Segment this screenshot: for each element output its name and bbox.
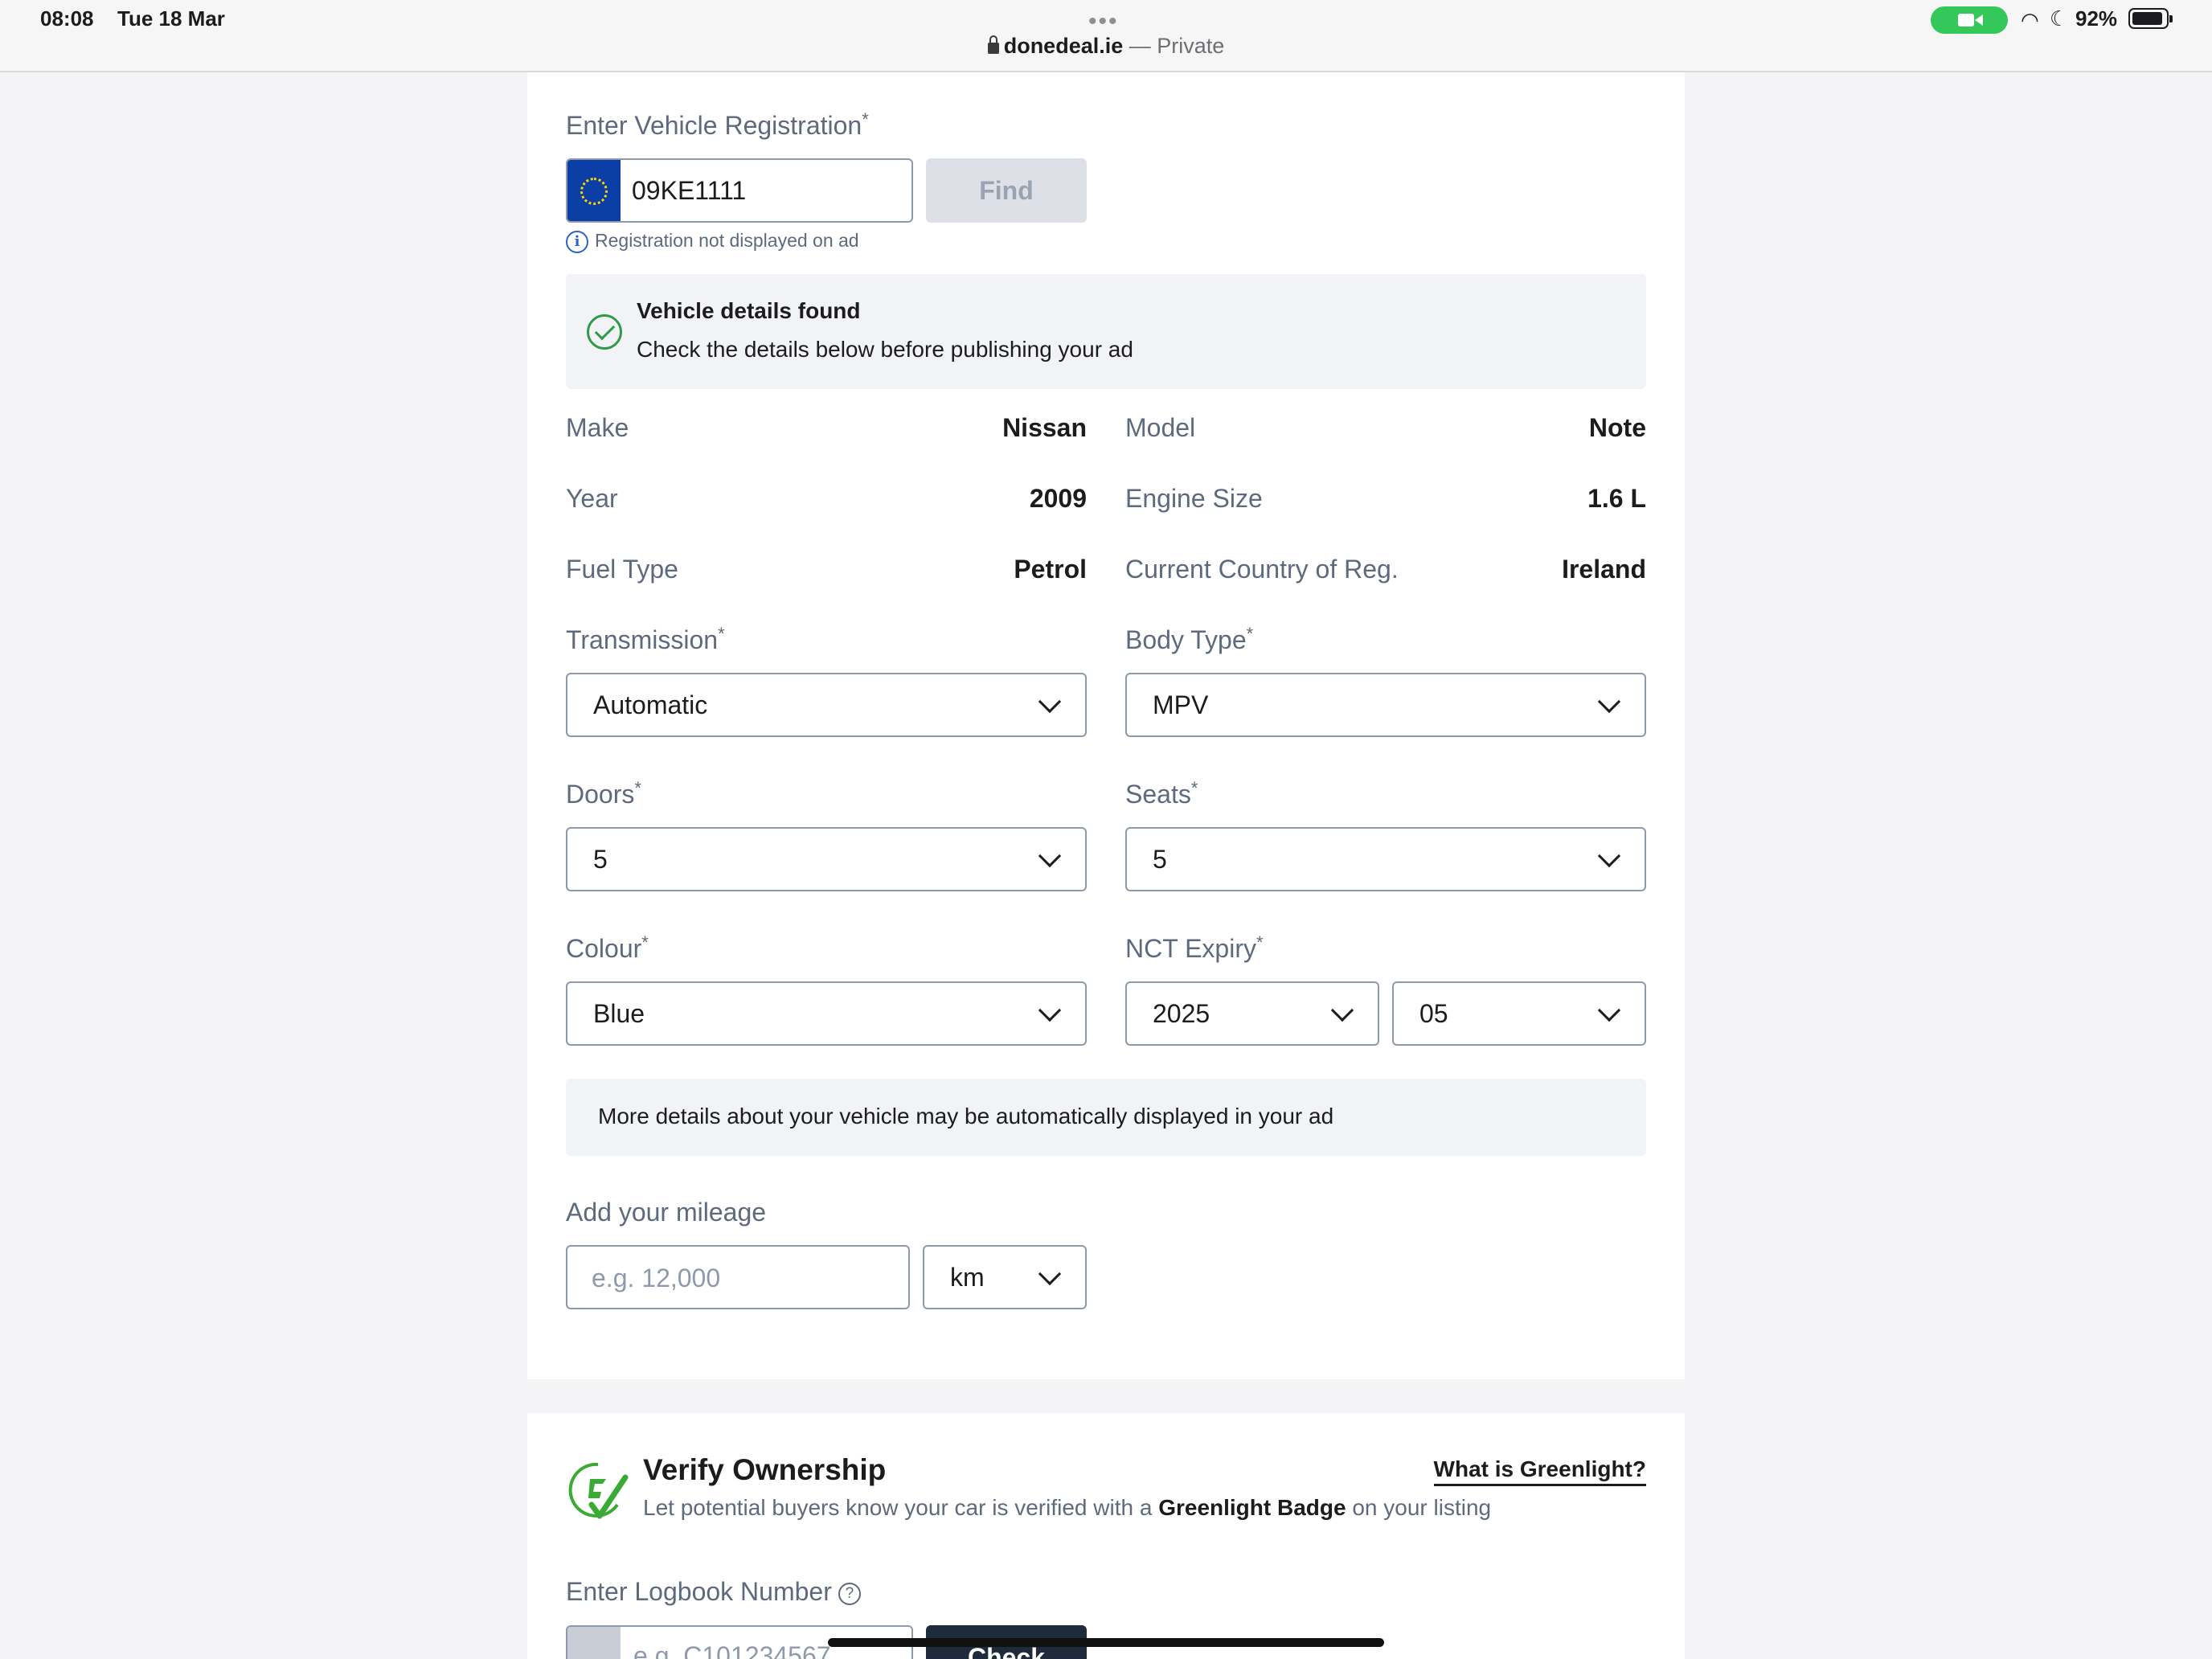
chevron-down-icon <box>1597 690 1621 714</box>
auto-details-note-text: More details about your vehicle may be a… <box>598 1104 1334 1129</box>
colour-select[interactable]: Blue <box>566 981 1087 1046</box>
nct-year-value: 2025 <box>1153 999 1210 1028</box>
verify-ownership-card <box>527 1413 1685 1659</box>
check-circle-icon <box>587 314 622 350</box>
find-button[interactable]: Find <box>926 158 1087 223</box>
make-value: Nissan <box>1002 413 1087 442</box>
harp-icon <box>567 1627 621 1659</box>
battery-percent: 92% <box>2075 6 2118 31</box>
year-label: Year <box>566 484 618 513</box>
doors-label: Doors* <box>566 778 641 809</box>
chevron-down-icon <box>1038 1262 1062 1286</box>
seats-label: Seats* <box>1125 778 1198 809</box>
lock-icon <box>987 35 999 54</box>
model-value: Note <box>1588 413 1646 442</box>
auto-details-note: More details about your vehicle may be a… <box>566 1079 1646 1156</box>
chevron-down-icon <box>1597 998 1621 1022</box>
greenlight-logo-icon <box>568 1462 629 1519</box>
camera-indicator-icon <box>1931 6 2008 34</box>
chevron-down-icon <box>1038 998 1062 1022</box>
body-type-label: Body Type* <box>1125 624 1254 654</box>
mileage-unit-select[interactable]: km <box>923 1245 1087 1309</box>
registration-info: i Registration not displayed on ad <box>566 230 859 253</box>
battery-level <box>2132 12 2162 25</box>
transmission-select[interactable]: Automatic <box>566 673 1087 737</box>
url-private: — Private <box>1123 34 1225 58</box>
found-subtitle: Check the details below before publishin… <box>637 337 1133 362</box>
chevron-down-icon <box>1597 844 1621 868</box>
home-indicator[interactable] <box>828 1638 1384 1647</box>
body-type-select[interactable]: MPV <box>1125 673 1646 737</box>
url-bar[interactable]: donedeal.ie — Private <box>0 34 2212 59</box>
engine-label: Engine Size <box>1125 484 1263 513</box>
mileage-input[interactable] <box>592 1260 881 1296</box>
engine-value: 1.6 L <box>1587 484 1646 513</box>
help-icon[interactable]: ? <box>838 1582 861 1605</box>
wifi-icon: ◠ <box>2021 8 2039 32</box>
transmission-value: Automatic <box>593 690 708 719</box>
info-icon: i <box>566 230 588 253</box>
nct-month-select[interactable]: 05 <box>1392 981 1646 1046</box>
status-bar: 08:08 Tue 18 Mar ••• donedeal.ie — Priva… <box>0 0 2212 72</box>
make-label: Make <box>566 413 629 442</box>
url-host: donedeal.ie <box>1003 34 1124 58</box>
registration-input[interactable]: 09KE1111 <box>566 158 913 223</box>
colour-value: Blue <box>593 999 645 1028</box>
registration-label: Enter Vehicle Registration* <box>566 109 869 140</box>
doors-select[interactable]: 5 <box>566 827 1087 891</box>
status-time: 08:08 <box>40 6 94 31</box>
mileage-unit-value: km <box>950 1263 985 1292</box>
fuel-label: Fuel Type <box>566 555 678 584</box>
chevron-down-icon <box>1038 690 1062 714</box>
eu-flag-icon <box>567 160 621 221</box>
nct-month-value: 05 <box>1419 999 1448 1028</box>
nct-year-select[interactable]: 2025 <box>1125 981 1379 1046</box>
country-value: Ireland <box>1562 555 1646 584</box>
what-is-greenlight-link[interactable]: What is Greenlight? <box>1433 1456 1646 1486</box>
verify-ownership-subtitle: Let potential buyers know your car is ve… <box>643 1495 1492 1520</box>
vehicle-found-banner: Vehicle details found Check the details … <box>566 274 1646 389</box>
country-label: Current Country of Reg. <box>1125 555 1399 584</box>
more-dots-icon[interactable]: ••• <box>1088 8 1119 35</box>
seats-select[interactable]: 5 <box>1125 827 1646 891</box>
found-title: Vehicle details found <box>637 298 861 323</box>
year-value: 2009 <box>1029 484 1087 513</box>
fuel-value: Petrol <box>1014 555 1087 584</box>
logbook-placeholder: e.g. C101234567 <box>633 1641 831 1659</box>
status-date: Tue 18 Mar <box>117 6 225 31</box>
logbook-label: Enter Logbook Number? <box>566 1577 861 1607</box>
model-label: Model <box>1125 413 1196 442</box>
chevron-down-icon <box>1330 998 1354 1022</box>
registration-value: 09KE1111 <box>632 176 747 205</box>
transmission-label: Transmission* <box>566 624 725 654</box>
chevron-down-icon <box>1038 844 1062 868</box>
mileage-label: Add your mileage <box>566 1198 767 1227</box>
doors-value: 5 <box>593 845 608 874</box>
battery-icon <box>2128 8 2173 29</box>
body-type-value: MPV <box>1153 690 1209 719</box>
seats-value: 5 <box>1153 845 1167 874</box>
registration-info-text: Registration not displayed on ad <box>595 230 859 251</box>
moon-icon: ☾ <box>2050 6 2069 31</box>
verify-ownership-title: Verify Ownership <box>643 1453 887 1486</box>
mileage-field[interactable] <box>566 1245 910 1309</box>
nct-expiry-label: NCT Expiry* <box>1125 932 1264 963</box>
colour-label: Colour* <box>566 932 649 963</box>
